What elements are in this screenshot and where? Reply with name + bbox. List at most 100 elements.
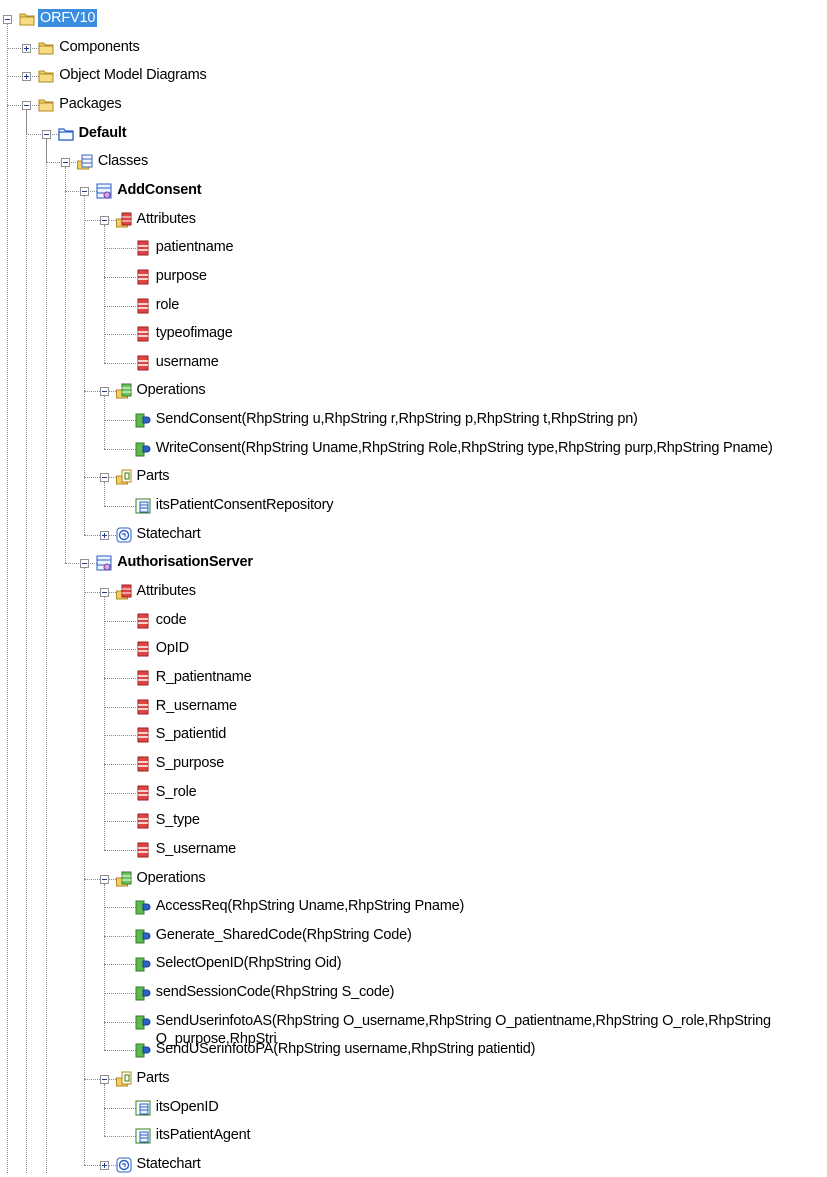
tree-node-label[interactable]: Attributes — [135, 582, 198, 600]
tree-node-label[interactable]: Object Model Diagrams — [57, 66, 208, 84]
tree-node-label[interactable]: Statechart — [135, 1155, 203, 1173]
operation-icon — [135, 956, 151, 972]
tree-node-label[interactable]: SendConsent(RhpString u,RhpString r,RhpS… — [154, 410, 640, 428]
package-icon — [57, 126, 74, 142]
tree-connector — [103, 849, 136, 851]
tree-guide-line — [45, 133, 47, 1173]
attribute-icon — [135, 613, 151, 629]
tree-node-label[interactable]: username — [154, 353, 221, 371]
attribute-icon — [135, 699, 151, 715]
tree-connector — [103, 305, 136, 307]
tree-node-label[interactable]: OpID — [154, 639, 191, 657]
attributes-folder-icon — [115, 212, 132, 228]
model-browser-tree: ORFV10 Components Object Model Diagrams Pac… — [0, 0, 827, 1173]
tree-connector — [103, 620, 136, 622]
tree-connector — [103, 792, 136, 794]
tree-node-label[interactable]: itsPatientAgent — [154, 1126, 253, 1144]
tree-node-label[interactable]: SelectOpenID(RhpString Oid) — [154, 954, 344, 972]
expand-toggle[interactable] — [99, 1161, 109, 1170]
collapse-toggle[interactable] — [99, 588, 109, 597]
tree-node-label[interactable]: R_username — [154, 697, 239, 715]
tree-connector — [103, 821, 136, 823]
tree-node-label[interactable]: AccessReq(RhpString Uname,RhpString Pnam… — [154, 897, 466, 915]
tree-node-label[interactable]: ORFV10 — [38, 9, 98, 27]
part-icon — [135, 498, 151, 514]
tree-node-label[interactable]: Classes — [96, 152, 150, 170]
tree-node-label[interactable]: S_type — [154, 811, 202, 829]
tree-node-label[interactable]: S_role — [154, 783, 199, 801]
tree-connector — [103, 448, 136, 450]
tree-node-label[interactable]: Default — [77, 124, 129, 142]
tree-node-label[interactable]: AuthorisationServer — [115, 553, 255, 571]
collapse-toggle[interactable] — [99, 473, 109, 483]
tree-node-label[interactable]: Packages — [57, 95, 123, 113]
collapse-toggle[interactable] — [99, 874, 109, 884]
tree-node-label[interactable]: code — [154, 611, 189, 629]
statechart-icon — [116, 527, 132, 543]
collapse-toggle[interactable] — [99, 1075, 109, 1085]
class-icon — [96, 183, 112, 199]
collapse-toggle[interactable] — [99, 215, 109, 225]
attributes-folder-icon — [115, 584, 132, 600]
folder-icon — [19, 11, 35, 27]
tree-guide-line — [84, 195, 86, 535]
expand-toggle[interactable] — [22, 72, 32, 82]
tree-node-label[interactable]: S_patientid — [154, 725, 228, 743]
statechart-icon — [116, 1157, 132, 1173]
attribute-icon — [135, 355, 151, 371]
tree-node-label[interactable]: patientname — [154, 238, 236, 256]
tree-node-label[interactable]: Components — [57, 38, 141, 56]
tree-guide-line — [7, 24, 8, 105]
tree-node-label[interactable]: WriteConsent(RhpString Uname,RhpString R… — [154, 439, 775, 457]
folder-icon — [38, 68, 54, 84]
attribute-icon — [135, 240, 151, 256]
tree-connector — [103, 677, 136, 679]
operation-icon — [135, 441, 151, 457]
tree-node-label[interactable]: role — [154, 296, 181, 314]
tree-connector — [103, 1050, 136, 1052]
collapse-toggle[interactable] — [60, 158, 70, 168]
tree-node-label[interactable]: AddConsent — [115, 181, 203, 199]
collapse-toggle[interactable] — [99, 387, 109, 397]
tree-node-label[interactable]: Parts — [135, 1069, 172, 1087]
tree-node-label[interactable]: Operations — [135, 381, 208, 399]
collapse-toggle[interactable] — [22, 100, 32, 110]
tree-node-label[interactable]: S_purpose — [154, 754, 226, 772]
tree-node-label[interactable]: S_username — [154, 840, 238, 858]
tree-connector — [103, 1107, 136, 1109]
classes-folder-icon — [76, 154, 93, 170]
tree-node-label[interactable]: itsOpenID — [154, 1098, 221, 1116]
tree-guide-line — [103, 396, 105, 449]
tree-node-label[interactable]: R_patientname — [154, 668, 254, 686]
attribute-icon — [135, 641, 151, 657]
tree-node-label[interactable]: Statechart — [135, 525, 203, 543]
tree-node-label[interactable]: Attributes — [135, 210, 198, 228]
operations-folder-icon — [115, 383, 132, 399]
expand-toggle[interactable] — [99, 530, 109, 540]
expand-toggle[interactable] — [22, 43, 32, 53]
tree-connector — [103, 993, 136, 995]
attribute-icon — [135, 298, 151, 314]
tree-node-label[interactable]: SendUSerinfotoPA(RhpString username,RhpS… — [154, 1040, 537, 1058]
collapse-toggle[interactable] — [80, 559, 90, 569]
tree-node-label[interactable]: Operations — [135, 869, 208, 887]
tree-guide-line — [26, 104, 28, 1173]
collapse-toggle[interactable] — [41, 129, 51, 139]
tree-guide-line — [84, 568, 86, 1165]
operation-icon — [135, 899, 151, 915]
tree-guide-line — [103, 1084, 105, 1137]
collapse-toggle[interactable] — [3, 15, 12, 24]
tree-node-label[interactable]: purpose — [154, 267, 209, 285]
tree-node-label[interactable]: typeofimage — [154, 324, 235, 342]
folder-icon — [38, 40, 54, 56]
tree-guide-line — [103, 224, 105, 363]
tree-node-label[interactable]: sendSessionCode(RhpString S_code) — [154, 983, 396, 1001]
tree-node-label[interactable]: Generate_SharedCode(RhpString Code) — [154, 926, 414, 944]
parts-folder-icon — [115, 469, 132, 485]
operation-icon — [135, 985, 151, 1001]
tree-node-label[interactable]: Parts — [135, 467, 172, 485]
operation-icon — [135, 1014, 151, 1030]
tree-node-label[interactable]: itsPatientConsentRepository — [154, 496, 336, 514]
collapse-toggle[interactable] — [80, 186, 90, 196]
tree-guide-line — [103, 883, 105, 1051]
